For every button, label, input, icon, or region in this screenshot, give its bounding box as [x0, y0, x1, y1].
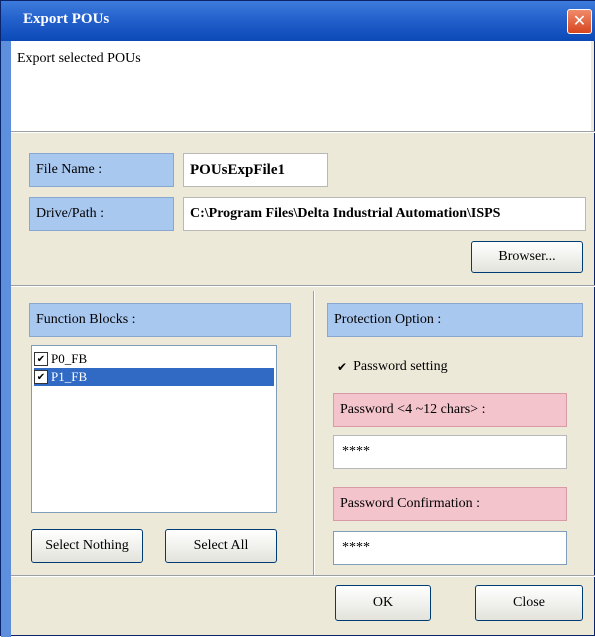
drive-path-label: Drive/Path :	[29, 197, 174, 231]
password-setting-label: Password setting	[353, 359, 448, 374]
close-button[interactable]: Close	[475, 585, 583, 621]
drive-path-field[interactable]: C:\Program Files\Delta Industrial Automa…	[183, 197, 586, 231]
checkbox-icon[interactable]: ✔	[34, 352, 48, 366]
separator-bottom	[11, 575, 595, 577]
file-name-label: File Name :	[29, 153, 174, 187]
separator-middle	[11, 285, 595, 287]
password-confirmation-input[interactable]: ****	[333, 531, 567, 565]
panel-divider	[313, 291, 315, 575]
title-bar[interactable]: Export POUs ✕	[1, 1, 595, 41]
browse-button[interactable]: Browser...	[471, 241, 583, 273]
function-blocks-list[interactable]: ✔ P0_FB ✔ P1_FB	[31, 345, 277, 513]
close-icon[interactable]: ✕	[567, 9, 592, 34]
dialog-title: Export POUs	[23, 11, 110, 27]
check-icon: ✔	[337, 360, 348, 374]
list-item[interactable]: ✔ P1_FB	[34, 368, 274, 386]
password-setting-checkbox[interactable]: ✔ Password setting	[337, 359, 448, 375]
checkbox-icon[interactable]: ✔	[34, 370, 48, 384]
ok-button[interactable]: OK	[335, 585, 431, 621]
separator-top	[11, 131, 595, 133]
dialog-description: Export selected POUs	[17, 51, 141, 66]
list-item-label: P1_FB	[51, 369, 88, 384]
select-nothing-button[interactable]: Select Nothing	[31, 529, 143, 563]
password-input[interactable]: ****	[333, 435, 567, 469]
export-pous-dialog: Export POUs ✕ Export selected POUs File …	[0, 0, 595, 637]
password-confirmation-label: Password Confirmation :	[333, 487, 567, 521]
password-label: Password <4 ~12 chars> :	[333, 393, 567, 427]
list-item[interactable]: ✔ P0_FB	[34, 350, 274, 368]
file-name-field[interactable]: POUsExpFile1	[183, 153, 328, 187]
list-item-label: P0_FB	[51, 351, 88, 366]
protection-option-label: Protection Option :	[327, 303, 583, 337]
window-left-border	[1, 41, 11, 637]
function-blocks-label: Function Blocks :	[29, 303, 291, 337]
select-all-button[interactable]: Select All	[165, 529, 277, 563]
